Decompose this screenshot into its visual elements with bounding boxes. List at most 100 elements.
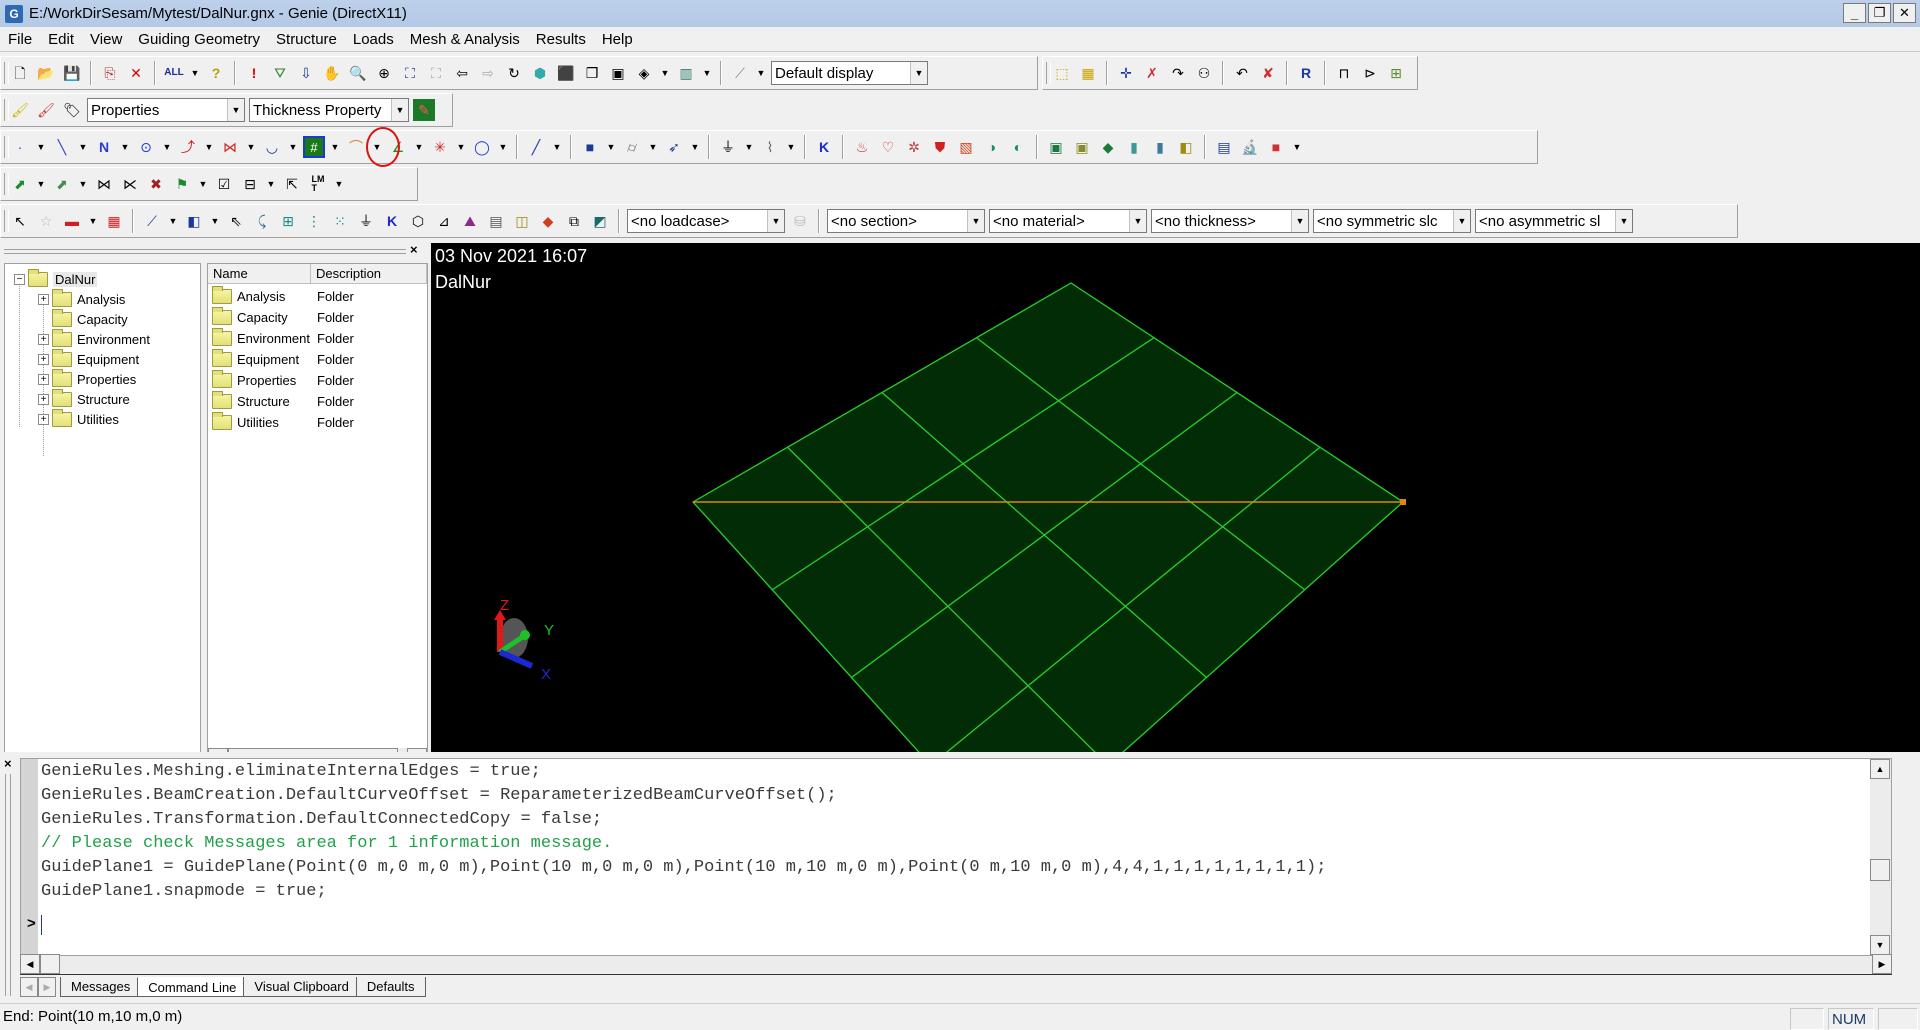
menu-file[interactable]: File: [0, 31, 40, 48]
chevron-down-icon[interactable]: ▼: [1453, 210, 1470, 232]
load-3-icon[interactable]: ✲: [903, 136, 925, 158]
load-4-icon[interactable]: ⛊: [929, 136, 951, 158]
expand-icon[interactable]: +: [38, 293, 49, 305]
symmetric-section-combo[interactable]: <no symmetric slc ▼: [1313, 209, 1471, 233]
alert-icon[interactable]: !: [243, 62, 265, 84]
chevron-down-icon[interactable]: ▼: [785, 136, 797, 158]
expand-icon[interactable]: +: [38, 373, 49, 385]
delete-icon[interactable]: ✕: [125, 62, 147, 84]
select-plate-icon[interactable]: ◧: [183, 210, 205, 232]
stiffener-icon[interactable]: ➶: [663, 136, 685, 158]
guide-plane-drawing[interactable]: [431, 243, 1920, 752]
panel-1-icon[interactable]: ▣: [1045, 136, 1067, 158]
expand-icon[interactable]: +: [38, 333, 49, 345]
panel-3-icon[interactable]: ◆: [1097, 136, 1119, 158]
chevron-down-icon[interactable]: ▼: [167, 210, 179, 232]
cross-lines-icon[interactable]: ✳: [429, 136, 451, 158]
expand-icon[interactable]: +: [38, 393, 49, 405]
chevron-down-icon[interactable]: ▼: [227, 99, 244, 121]
tree-node-environment[interactable]: + Environment: [38, 328, 150, 349]
panel-6-icon[interactable]: ◧: [1175, 136, 1197, 158]
mesh-grid-icon[interactable]: ⊟: [239, 173, 261, 195]
chevron-down-icon[interactable]: ▼: [245, 136, 257, 158]
property-tag-icon[interactable]: 🏷: [61, 99, 83, 121]
tree-node-utilities[interactable]: + Utilities: [38, 408, 119, 429]
select-rect-icon[interactable]: ▬: [61, 210, 83, 232]
tab-messages[interactable]: Messages: [60, 977, 142, 997]
list-item[interactable]: Equipment Folder: [212, 349, 427, 370]
chevron-down-icon[interactable]: ▼: [161, 136, 173, 158]
chevron-down-icon[interactable]: ▼: [755, 62, 767, 84]
chevron-down-icon[interactable]: ▼: [413, 136, 425, 158]
mesh-feature-2-icon[interactable]: ⬈: [51, 173, 73, 195]
select-load-icon[interactable]: ⛰: [459, 210, 481, 232]
load-5-icon[interactable]: ▧: [955, 136, 977, 158]
section-view-icon[interactable]: ◈: [633, 62, 655, 84]
paint-brush-yellow-icon[interactable]: 🖌: [9, 99, 31, 121]
pan-hand-icon[interactable]: ✋: [321, 62, 343, 84]
display-config-icon[interactable]: ⟋: [729, 62, 751, 84]
list-item[interactable]: Properties Folder: [212, 370, 427, 391]
chevron-down-icon[interactable]: ▼: [287, 136, 299, 158]
pan-down-icon[interactable]: ⇩: [295, 62, 317, 84]
loadcase-combo[interactable]: <no loadcase> ▼: [627, 209, 785, 233]
save-icon[interactable]: 💾: [61, 62, 83, 84]
chevron-down-icon[interactable]: ▼: [189, 62, 201, 84]
chevron-down-icon[interactable]: ▼: [659, 62, 671, 84]
chevron-down-icon[interactable]: ▼: [77, 173, 89, 195]
copy-icon[interactable]: ⎘: [99, 62, 121, 84]
zoom-all-icon[interactable]: ⛶: [399, 62, 421, 84]
select-curve-icon[interactable]: ⤹: [251, 210, 273, 232]
zoom-selected-icon[interactable]: ⛶: [425, 62, 447, 84]
panel-4-icon[interactable]: ▮: [1123, 136, 1145, 158]
line-icon[interactable]: ╲: [51, 136, 73, 158]
select-solid-icon[interactable]: ⬡: [407, 210, 429, 232]
split-2-icon[interactable]: ⋉: [119, 173, 141, 195]
select-beam-icon[interactable]: ⊿: [433, 210, 455, 232]
new-file-icon[interactable]: 🗋: [9, 62, 31, 84]
select-star-icon[interactable]: ☆: [35, 210, 57, 232]
trace-path-icon[interactable]: ↷: [1167, 62, 1189, 84]
chevron-down-icon[interactable]: ▼: [647, 136, 659, 158]
tree-node-root[interactable]: − DalNur: [14, 268, 98, 289]
collapse-icon[interactable]: −: [14, 273, 25, 285]
command-vscrollbar[interactable]: ▲ ▼: [1870, 759, 1891, 955]
chevron-down-icon[interactable]: ▼: [1291, 210, 1308, 232]
help-icon[interactable]: ?: [205, 62, 227, 84]
chevron-down-icon[interactable]: ▼: [689, 136, 701, 158]
properties-combo[interactable]: Properties ▼: [87, 98, 245, 122]
select-grid-icon[interactable]: ⊞: [277, 210, 299, 232]
select-hinge-icon[interactable]: K: [381, 210, 403, 232]
tree-node-properties[interactable]: + Properties: [38, 368, 136, 389]
chevron-down-icon[interactable]: ▼: [77, 136, 89, 158]
restore-button[interactable]: ❐: [1868, 3, 1891, 23]
tree-node-capacity[interactable]: Capacity: [52, 308, 128, 329]
chevron-down-icon[interactable]: ▼: [87, 210, 99, 232]
chevron-down-icon[interactable]: ▼: [967, 210, 984, 232]
polycurve-icon[interactable]: ⌒: [345, 136, 367, 158]
command-input[interactable]: [41, 915, 261, 935]
cube-front-icon[interactable]: ▣: [607, 62, 629, 84]
delete-selection-icon[interactable]: ✘: [1257, 62, 1279, 84]
apply-property-icon[interactable]: ✎: [413, 99, 435, 121]
menu-mesh-analysis[interactable]: Mesh & Analysis: [402, 31, 528, 48]
scroll-right-icon[interactable]: ▶: [1872, 954, 1892, 974]
select-multi-icon[interactable]: ⁙: [329, 210, 351, 232]
hinge-icon[interactable]: K: [813, 136, 835, 158]
tab-scroll-right-icon[interactable]: ▶: [38, 977, 56, 997]
remove-mesh-icon[interactable]: ✖: [145, 173, 167, 195]
load-7-icon[interactable]: ◐: [1007, 136, 1029, 158]
pipe-icon[interactable]: ⌭: [621, 136, 643, 158]
chevron-down-icon[interactable]: ▼: [119, 136, 131, 158]
checkbox-mesh-icon[interactable]: ☑: [213, 173, 235, 195]
chevron-down-icon[interactable]: ▼: [35, 173, 47, 195]
select-arrow-icon[interactable]: ↖: [9, 210, 31, 232]
list-item[interactable]: Environment Folder: [212, 328, 427, 349]
chevron-down-icon[interactable]: ▼: [209, 210, 221, 232]
select-panel-icon[interactable]: ▤: [485, 210, 507, 232]
list-item[interactable]: Analysis Folder: [212, 286, 427, 307]
chevron-down-icon[interactable]: ▼: [329, 136, 341, 158]
plate-icon[interactable]: ■: [579, 136, 601, 158]
scroll-left-icon[interactable]: ◀: [20, 954, 40, 974]
chevron-down-icon[interactable]: ▼: [910, 62, 927, 84]
